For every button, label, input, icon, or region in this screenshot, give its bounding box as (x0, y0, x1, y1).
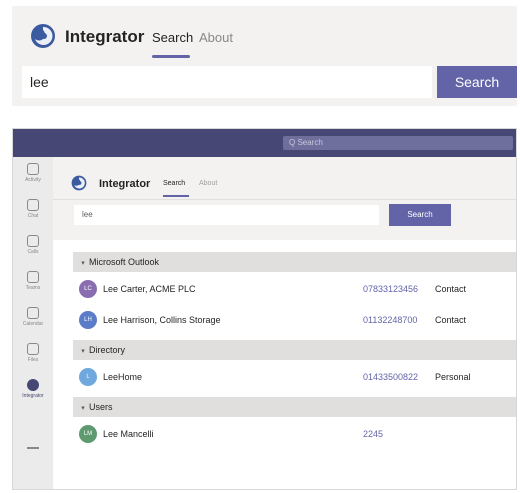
phone-link[interactable]: 01433500822 (363, 372, 418, 382)
group-header-microsoft-outlook[interactable]: ▾ Microsoft Outlook (73, 252, 516, 272)
rail-label: Chat (27, 213, 39, 219)
chevron-down-icon: ▾ (81, 260, 85, 267)
integrator-zoomed-panel: Integrator Search About Search (12, 6, 517, 106)
contact-type: Contact (435, 315, 467, 325)
search-input[interactable]: lee (74, 205, 379, 225)
search-input[interactable] (22, 66, 432, 98)
more-apps-icon[interactable] (27, 447, 39, 449)
avatar: L (79, 368, 97, 386)
app-rail: Activity Chat Calls Teams Calendar Files… (13, 157, 53, 489)
teams-icon (27, 271, 39, 283)
phone-link[interactable]: 01132248700 (363, 315, 417, 325)
rail-label: Activity (25, 177, 41, 183)
avatar: LC (79, 280, 97, 298)
tab-about[interactable]: About (199, 30, 233, 45)
result-row[interactable]: LC Lee Carter, ACME PLC 07833123456 Cont… (73, 274, 516, 304)
rail-item-calendar[interactable]: Calendar (13, 305, 53, 335)
rail-label: Calls (27, 249, 39, 255)
contact-name: LeeHome (103, 372, 143, 382)
avatar: LH (79, 311, 97, 329)
rail-item-calls[interactable]: Calls (13, 233, 53, 263)
group-label: Microsoft Outlook (89, 257, 160, 267)
contact-type: Personal (435, 372, 471, 382)
chat-icon (27, 199, 39, 211)
integrator-logo-icon (71, 175, 87, 191)
rail-item-integrator[interactable]: Integrator (13, 377, 53, 407)
phone-link[interactable]: 07833123456 (363, 284, 418, 294)
tab-search[interactable]: Search (152, 30, 193, 45)
app-title: Integrator (65, 27, 145, 46)
tab-about[interactable]: About (199, 180, 217, 187)
search-button[interactable]: Search (389, 204, 451, 226)
file-icon (27, 343, 39, 355)
global-search-input[interactable]: Q Search (283, 136, 513, 150)
result-row[interactable]: LH Lee Harrison, Collins Storage 0113224… (73, 305, 516, 335)
chevron-down-icon: ▾ (81, 405, 85, 412)
rail-item-chat[interactable]: Chat (13, 197, 53, 227)
rail-item-teams[interactable]: Teams (13, 269, 53, 299)
phone-link[interactable]: 2245 (363, 429, 383, 439)
avatar: LM (79, 425, 97, 443)
result-row[interactable]: L LeeHome 01433500822 Personal (73, 362, 516, 392)
active-tab-indicator (163, 195, 189, 197)
search-button[interactable]: Search (437, 66, 517, 98)
teams-window: Q Search Activity Chat Calls Teams Calen… (12, 128, 517, 490)
rail-label: Calendar (22, 321, 44, 327)
phone-icon (27, 235, 39, 247)
integrator-logo-icon (31, 24, 55, 48)
rail-label: Files (27, 357, 39, 363)
contact-name: Lee Harrison, Collins Storage (103, 315, 221, 325)
contact-type: Contact (435, 284, 467, 294)
active-tab-indicator (152, 55, 190, 58)
rail-item-activity[interactable]: Activity (13, 161, 53, 191)
rail-item-files[interactable]: Files (13, 341, 53, 371)
rail-label: Integrator (22, 393, 44, 399)
bell-icon (27, 163, 39, 175)
contact-name: Lee Mancelli (103, 429, 154, 439)
app-header: Integrator Search About (12, 6, 517, 62)
group-header-directory[interactable]: ▾ Directory (73, 340, 516, 360)
rail-label: Teams (25, 285, 41, 291)
chevron-down-icon: ▾ (81, 348, 85, 355)
app-title: Integrator (99, 178, 151, 190)
group-label: Directory (89, 345, 126, 355)
tab-search[interactable]: Search (163, 180, 185, 187)
integrator-icon (27, 379, 39, 391)
calendar-icon (27, 307, 39, 319)
group-label: Users (89, 402, 113, 412)
integrator-app: Integrator Search About lee Search ▾ Micr… (53, 157, 516, 489)
result-row[interactable]: LM Lee Mancelli 2245 (73, 419, 516, 449)
titlebar: Q Search (13, 129, 516, 157)
group-header-users[interactable]: ▾ Users (73, 397, 516, 417)
contact-name: Lee Carter, ACME PLC (103, 284, 196, 294)
app-header: Integrator Search About (53, 157, 516, 200)
